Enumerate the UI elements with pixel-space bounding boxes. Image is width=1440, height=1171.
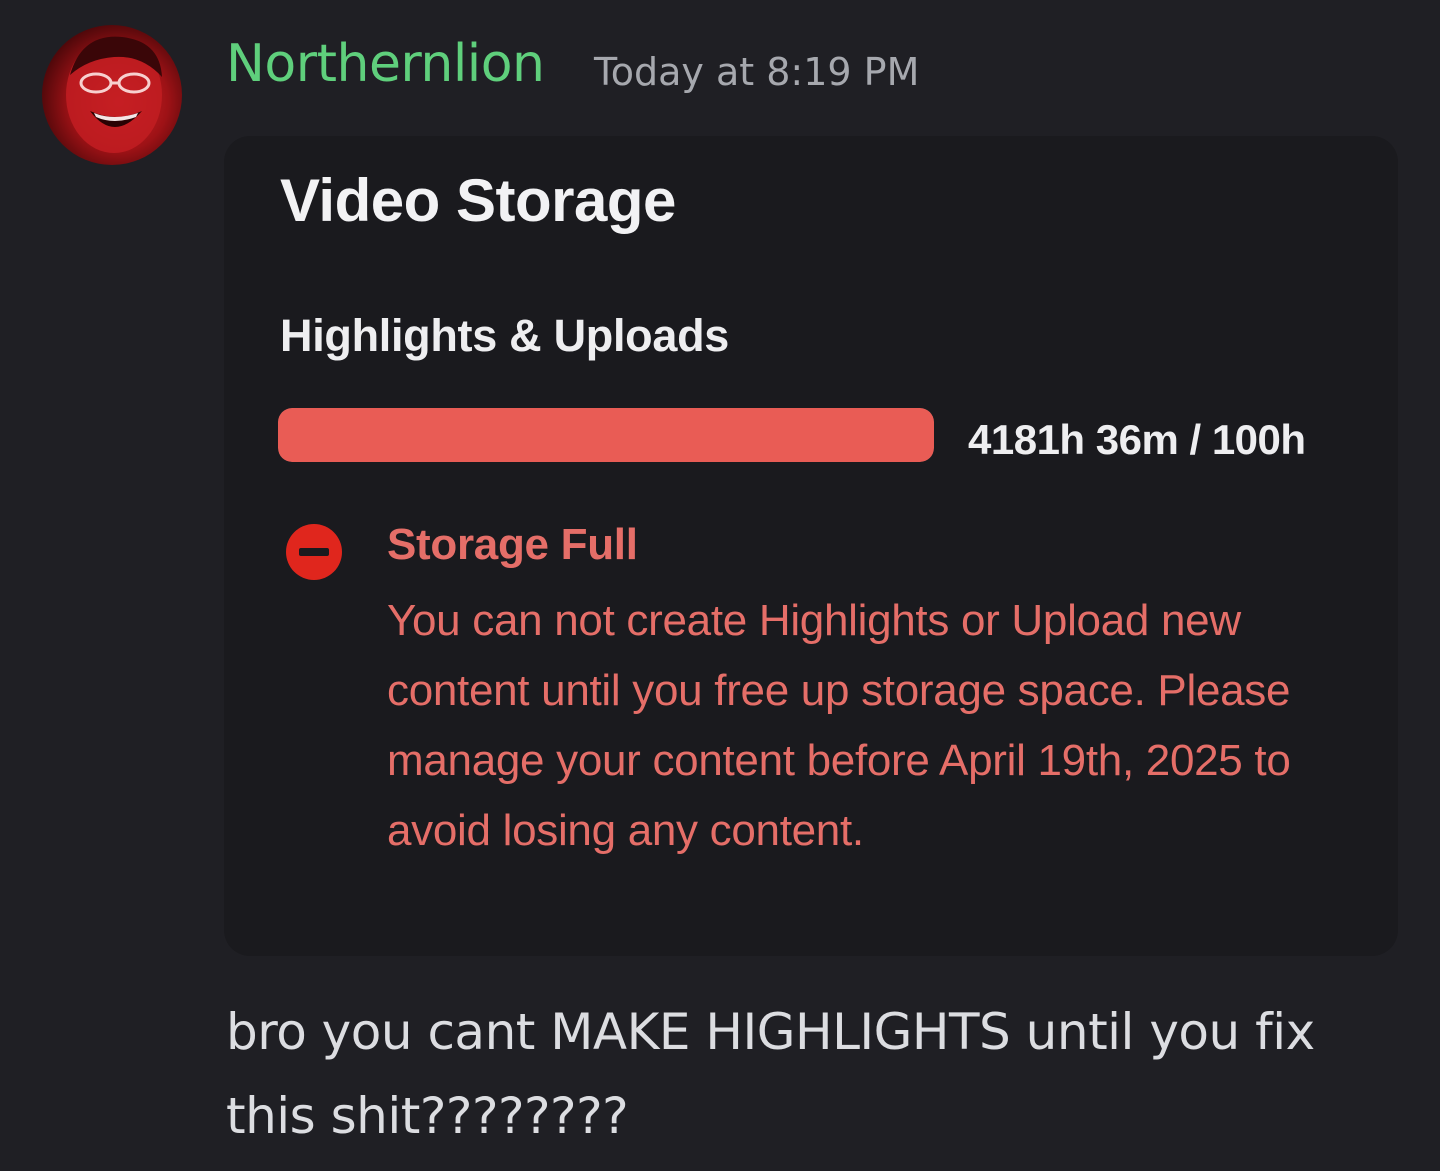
storage-progress-bar xyxy=(278,408,934,462)
embed-title: Video Storage xyxy=(280,167,676,234)
embed-section-heading: Highlights & Uploads xyxy=(280,310,729,361)
message-timestamp: Today at 8:19 PM xyxy=(594,50,920,94)
minus-circle-icon xyxy=(284,522,344,582)
storage-usage-text: 4181h 36m / 100h xyxy=(968,416,1306,463)
message-text: bro you cant MAKE HIGHLIGHTS until you f… xyxy=(226,1003,1315,1145)
author-name[interactable]: Northernlion xyxy=(226,34,545,94)
avatar[interactable] xyxy=(42,25,182,165)
alert-title: Storage Full xyxy=(387,520,638,569)
avatar-photo xyxy=(66,36,162,153)
alert-body: You can not create Highlights or Upload … xyxy=(387,596,1291,855)
storage-progress-fill xyxy=(278,408,934,462)
embed-image[interactable]: Video Storage Highlights & Uploads 4181h… xyxy=(224,136,1398,956)
